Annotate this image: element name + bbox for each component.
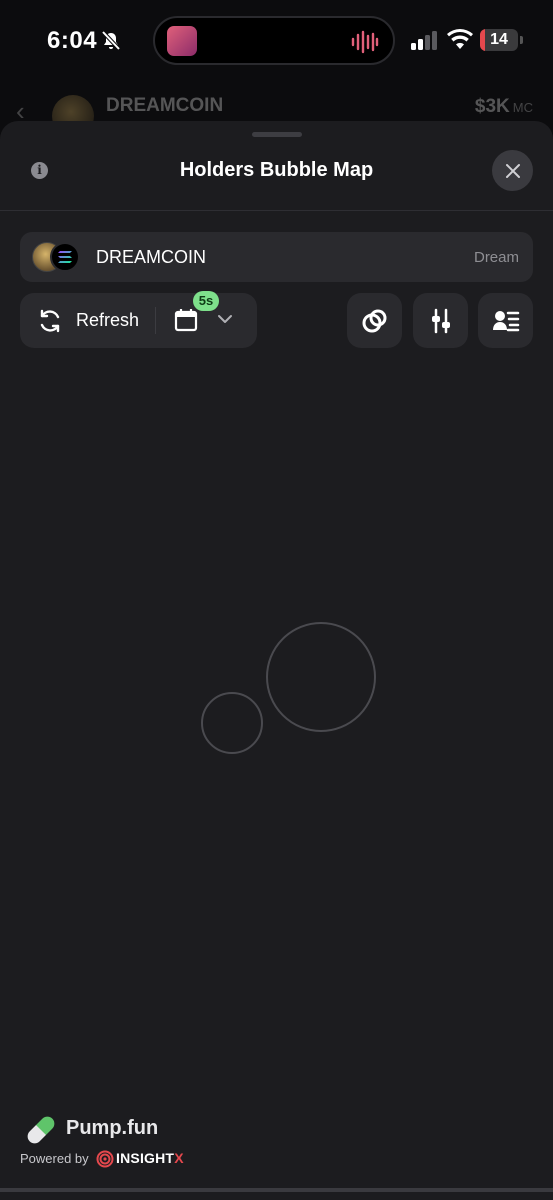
cellular-signal-icon xyxy=(411,31,437,50)
chevron-down-icon[interactable] xyxy=(217,313,233,325)
pill-logo-icon xyxy=(25,1114,57,1146)
home-indicator xyxy=(0,1188,553,1192)
close-icon xyxy=(505,163,520,178)
refresh-button[interactable]: Refresh xyxy=(76,310,139,331)
battery-level: 14 xyxy=(490,31,508,48)
sheet-title: Holders Bubble Map xyxy=(179,159,374,181)
market-cap-value: $3K xyxy=(474,96,510,117)
background-token-name: DREAMCOIN xyxy=(106,95,224,116)
insightx-logo-icon xyxy=(96,1150,114,1168)
holder-bubble[interactable] xyxy=(201,692,263,754)
refresh-toolbar: Refresh 5s xyxy=(20,291,257,348)
token-selector[interactable]: DREAMCOIN Dream xyxy=(20,232,533,282)
filter-button[interactable] xyxy=(413,293,468,348)
bubble-map-canvas[interactable] xyxy=(0,366,553,1086)
wifi-icon xyxy=(447,29,473,49)
partner-name[interactable]: INSIGHTX xyxy=(116,1150,184,1166)
sheet-grabber[interactable] xyxy=(252,132,302,137)
dynamic-island[interactable] xyxy=(153,16,395,65)
partner-suffix: X xyxy=(174,1150,184,1166)
battery-cap xyxy=(520,36,523,44)
interval-badge: 5s xyxy=(193,291,219,311)
holder-list-icon xyxy=(492,310,519,331)
solana-logo-icon xyxy=(58,251,72,263)
close-button[interactable] xyxy=(492,150,533,191)
link-rings-icon xyxy=(362,309,386,332)
powered-by-label: Powered by xyxy=(20,1151,89,1166)
sliders-icon xyxy=(431,308,450,333)
phone-screen: 6:04 14 ‹ DREAMCOIN $3K MC i Holders Bub… xyxy=(0,0,553,1200)
holder-bubble[interactable] xyxy=(266,622,376,732)
status-bar: 6:04 14 xyxy=(0,0,553,80)
market-cap-unit: MC xyxy=(512,100,533,115)
bubble-map-sheet: i Holders Bubble Map DREAMCOIN Dream Ref… xyxy=(0,121,553,1200)
background-market-cap: $3K MC xyxy=(475,96,533,118)
token-symbol: Dream xyxy=(473,249,519,266)
header-divider xyxy=(0,210,553,211)
app-icon xyxy=(167,26,197,56)
bell-muted-icon xyxy=(101,30,121,51)
audio-wave-icon xyxy=(351,30,379,54)
status-time: 6:04 xyxy=(47,27,98,54)
brand-name: Pump.fun xyxy=(66,1117,159,1139)
toolbar-separator xyxy=(155,307,156,334)
calendar-icon[interactable] xyxy=(174,308,198,332)
battery-indicator: 14 xyxy=(480,29,518,51)
holders-list-button[interactable] xyxy=(478,293,533,348)
refresh-icon[interactable] xyxy=(37,308,63,334)
connections-button[interactable] xyxy=(347,293,402,348)
token-name: DREAMCOIN xyxy=(96,247,207,267)
solana-chain-icon xyxy=(50,242,80,272)
partner-main: INSIGHT xyxy=(116,1150,175,1166)
